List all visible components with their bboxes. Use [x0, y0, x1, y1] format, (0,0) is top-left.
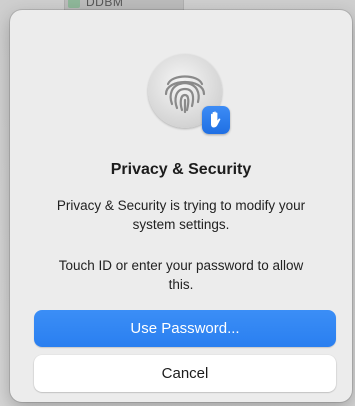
dialog-icon [148, 54, 230, 134]
dialog-instruction: Touch ID or enter your password to allow… [58, 258, 304, 292]
raised-hand-icon [202, 106, 230, 134]
cancel-button[interactable]: Cancel [34, 355, 336, 392]
background-tab-label: DDBM [86, 0, 124, 9]
tab-color-swatch [68, 0, 80, 8]
use-password-button[interactable]: Use Password... [34, 310, 336, 347]
authorization-dialog: Privacy & Security Privacy & Security is… [10, 10, 352, 402]
dialog-message: Privacy & Security is trying to modify y… [56, 198, 306, 232]
dialog-title: Privacy & Security [110, 161, 252, 178]
